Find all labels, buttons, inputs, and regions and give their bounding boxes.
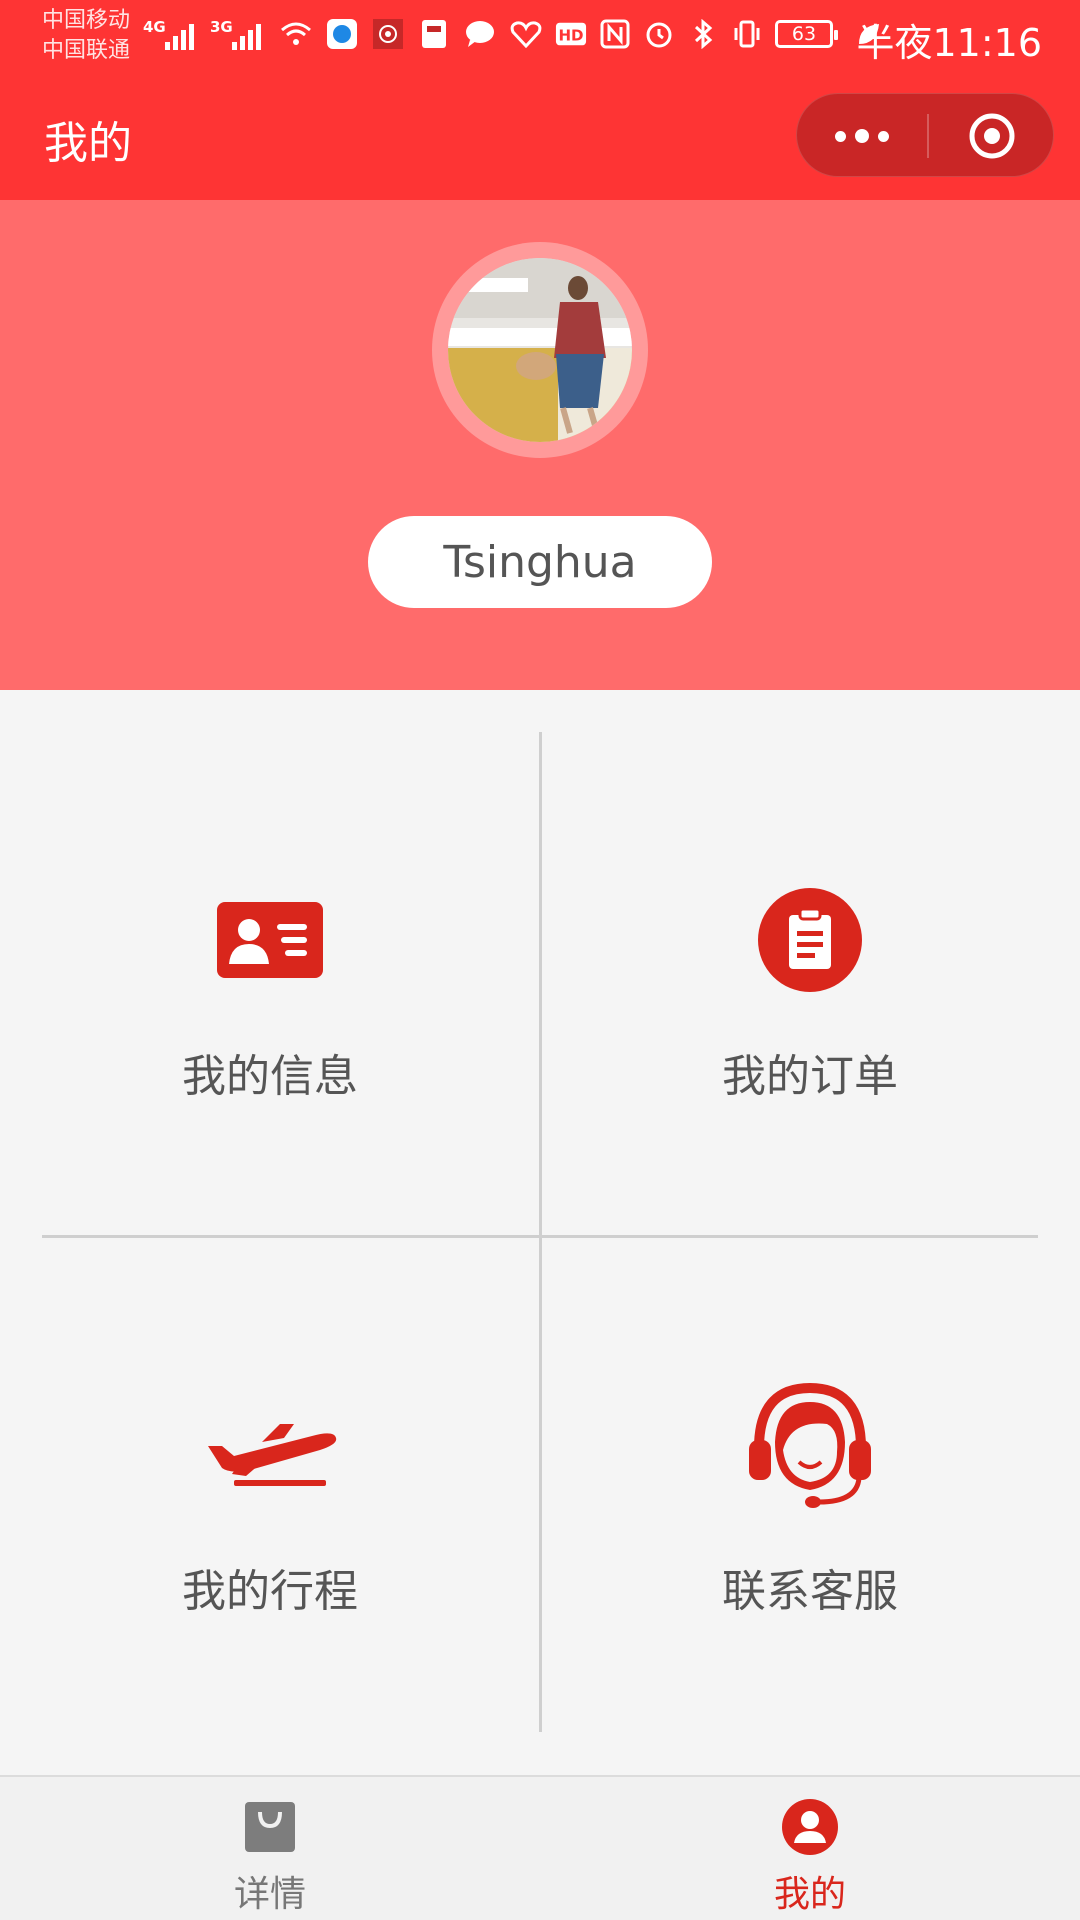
alarm-icon [643,18,675,50]
avatar-ring [432,242,648,458]
menu-item-label: 联系客服 [722,1566,898,1617]
menu-grid: 我的信息 我的订单 我的行程 联系客服 [0,690,1080,1775]
airplane-icon [195,1390,345,1520]
shopping-bag-icon [238,1795,302,1859]
clipboard-icon [735,875,885,1005]
wifi-icon [280,18,312,50]
clock: 半夜11:16 [856,21,1042,65]
tab-mine[interactable]: 我的 [540,1777,1080,1920]
tab-label: 详情 [233,1874,306,1915]
tab-label: 我的 [773,1874,846,1915]
carrier-info: 中国移动 中国联通 [42,6,130,66]
status-bar: 中国移动 中国联通 4G 3G HD 63 半夜11:16 [0,0,1080,75]
system-icons: HD 63 [555,18,885,50]
menu-item-my-orders[interactable]: 我的订单 [540,875,1080,1375]
signal-icon [165,20,194,50]
menu-item-my-info[interactable]: 我的信息 [0,875,540,1375]
bluetooth-icon [687,18,719,50]
menu-item-label: 我的行程 [182,1566,358,1617]
network-type-1: 4G [143,18,166,36]
nav-bar: 我的 [0,75,1080,200]
nfc-icon [599,18,631,50]
more-button[interactable] [797,94,927,178]
id-card-icon [195,875,345,1005]
app-icon [326,18,358,50]
chat-icon [464,18,496,50]
hd-icon: HD [555,18,587,50]
tab-bar: 详情 我的 [0,1775,1080,1920]
signal-icon [232,20,261,50]
carrier-2: 中国联通 [42,38,131,63]
headset-support-icon [735,1370,885,1520]
carrier-1: 中国移动 [42,8,131,33]
tab-details[interactable]: 详情 [0,1777,540,1920]
heart-icon [510,18,542,50]
close-button[interactable] [929,94,1055,178]
svg-text:HD: HD [558,27,583,45]
target-circle-icon [969,113,1015,159]
person-icon [778,1795,842,1859]
avatar[interactable] [448,258,632,442]
network-type-2: 3G [210,18,233,36]
flower-icon [372,18,404,50]
notification-icons [280,18,542,50]
more-dots-icon [835,130,846,142]
capsule-menu [796,93,1054,177]
menu-item-label: 我的订单 [722,1051,898,1102]
menu-item-label: 我的信息 [182,1051,358,1102]
screen: 中国移动 中国联通 4G 3G HD 63 半夜11:16 我的 Tsinghu… [0,0,1080,1920]
username-badge[interactable]: Tsinghua [368,516,712,608]
battery-level: 63 [791,23,817,45]
user-avatar-photo [448,258,632,442]
vibrate-icon [731,18,763,50]
app-icon [418,18,450,50]
page-title: 我的 [44,118,132,169]
battery-indicator: 63 [775,20,838,48]
profile-header: Tsinghua [0,200,1080,690]
username: Tsinghua [443,536,637,588]
